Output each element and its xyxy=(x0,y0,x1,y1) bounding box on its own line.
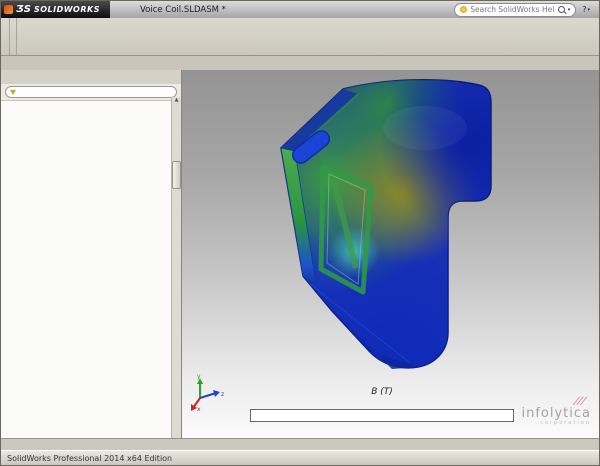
status-edition-text: SolidWorks Professional 2014 x64 Edition xyxy=(7,454,591,463)
feature-manager-panel: ▲ xyxy=(1,70,182,438)
legend-colorbar xyxy=(250,409,514,422)
field-legend: B (T) xyxy=(250,387,514,422)
status-bar: SolidWorks Professional 2014 x64 Edition xyxy=(1,450,599,465)
title-bar: ƷS SOLIDWORKS Voice Coil.SLDASM * Search… xyxy=(1,1,599,18)
tree-filter-row xyxy=(1,84,181,101)
logo-mark: ƷS xyxy=(16,4,31,15)
help-dropdown-icon: ▾ xyxy=(587,7,590,13)
search-dropdown-icon[interactable]: ▾ xyxy=(568,7,571,13)
search-box[interactable]: Search SolidWorks Help ▾ xyxy=(454,3,576,17)
graphics-viewport[interactable]: y z x B (T) /// infolytica corporation xyxy=(182,70,599,438)
triad-x-label: x xyxy=(197,406,201,412)
legend-title: B (T) xyxy=(250,387,514,397)
tree-scrollbar[interactable]: ▲ xyxy=(171,97,181,438)
filter-icon xyxy=(10,90,16,95)
orientation-triad: y z x xyxy=(188,372,226,412)
solidworks-window: ƷS SOLIDWORKS Voice Coil.SLDASM * Search… xyxy=(0,0,600,466)
search-input[interactable]: Search SolidWorks Help xyxy=(470,5,554,14)
help-glyph: ? xyxy=(582,5,586,14)
triad-y-label: y xyxy=(197,373,201,380)
tree-filter-input[interactable] xyxy=(5,86,177,98)
document-tabs xyxy=(1,438,599,450)
scroll-up-icon[interactable]: ▲ xyxy=(175,97,179,103)
watermark-name: infolytica xyxy=(521,407,591,420)
main-area: ▲ xyxy=(1,70,599,438)
ribbon xyxy=(1,18,599,56)
help-menu-button[interactable]: ? ▾ xyxy=(582,5,590,14)
app-icon xyxy=(4,5,13,14)
panel-tabs xyxy=(1,70,181,84)
document-title: Voice Coil.SLDASM * xyxy=(140,5,226,15)
model-3d-render[interactable] xyxy=(182,70,599,438)
update-button-stack xyxy=(9,18,16,55)
search-logo-icon xyxy=(460,6,467,13)
ribbon-help-column xyxy=(16,18,25,55)
search-icon[interactable] xyxy=(558,6,565,13)
triad-z-label: z xyxy=(221,391,224,398)
scrollbar-thumb[interactable] xyxy=(172,161,181,189)
app-name: SOLIDWORKS xyxy=(34,5,100,14)
command-manager-tabs xyxy=(1,56,599,70)
study-tree xyxy=(1,101,181,438)
infolytica-watermark: /// infolytica corporation xyxy=(521,391,591,426)
legend-ticks xyxy=(250,398,514,409)
watermark-sub: corporation xyxy=(521,421,591,426)
solidworks-logo: ƷS SOLIDWORKS xyxy=(1,1,110,18)
